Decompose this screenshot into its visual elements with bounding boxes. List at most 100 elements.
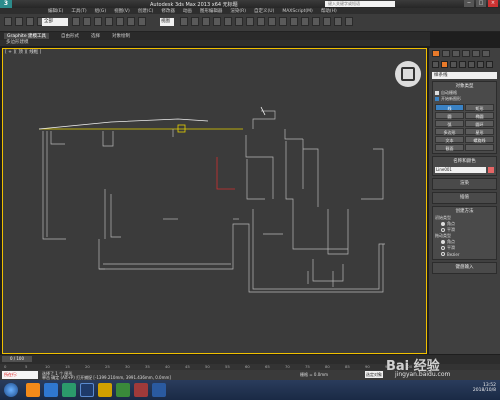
checkbox-label: 开始新图形 [441, 96, 461, 101]
window-crossing-icon[interactable] [105, 17, 113, 26]
maxscript-listener[interactable]: 所在行: [2, 371, 38, 379]
app-icon[interactable] [134, 383, 148, 397]
modify-tab-icon[interactable] [442, 50, 450, 57]
angle-snap-icon[interactable] [202, 17, 210, 26]
cameras-icon[interactable] [459, 61, 466, 68]
layer-icon[interactable] [268, 17, 276, 26]
create-tab-icon[interactable] [432, 50, 440, 57]
ie-icon[interactable] [44, 383, 58, 397]
motion-tab-icon[interactable] [462, 50, 470, 57]
align-icon[interactable] [257, 17, 265, 26]
system-clock[interactable]: 13:52 2018/10/8 [473, 383, 496, 393]
star-button[interactable]: 星形 [465, 128, 494, 135]
graphite-icon[interactable] [279, 17, 287, 26]
checkbox-icon [435, 91, 439, 95]
drag-bezier-radio[interactable]: Bezier [435, 251, 494, 257]
tick-label: 10 [45, 364, 50, 369]
display-tab-icon[interactable] [472, 50, 480, 57]
maximize-button[interactable]: □ [476, 0, 486, 7]
named-sel-icon[interactable] [235, 17, 243, 26]
mirror-icon[interactable] [246, 17, 254, 26]
shape-type-dropdown[interactable]: 样条线 [432, 72, 497, 79]
rollout-header[interactable]: 渲染 [435, 181, 494, 187]
empty-button[interactable] [465, 144, 494, 151]
top-viewport[interactable]: [ + ][ 顶 ][ 线框 ] [2, 48, 427, 354]
helpers-icon[interactable] [468, 61, 475, 68]
key-filter-dropdown[interactable]: 选定对象 [365, 371, 383, 378]
tab-selection[interactable]: 选择 [91, 33, 100, 39]
select-icon[interactable] [72, 17, 80, 26]
rect-select-icon[interactable] [94, 17, 102, 26]
minimize-button[interactable]: − [464, 0, 474, 7]
geometry-icon[interactable] [432, 61, 439, 68]
tab-graphite[interactable]: Graphite 建模工具 [4, 33, 50, 39]
rollout-header[interactable]: 键盘输入 [435, 265, 494, 271]
donut-button[interactable]: 圆环 [465, 120, 494, 127]
ellipse-button[interactable]: 椭圆 [465, 112, 494, 119]
undo-icon[interactable] [4, 17, 12, 26]
rotate-icon[interactable] [127, 17, 135, 26]
curve-editor-icon[interactable] [290, 17, 298, 26]
radio-icon [441, 252, 445, 256]
title-bar: 3 Autodesk 3ds Max 2013 x64 无标题 键入关键字或短语… [0, 0, 500, 8]
create-method-rollout: 创建方法 初始类型 角点 平滑 拖动类型 角点 平滑 Bezier [432, 206, 497, 260]
close-button[interactable]: × [488, 0, 498, 7]
app-icon[interactable] [152, 383, 166, 397]
tab-object-paint[interactable]: 对象绘制 [112, 33, 130, 39]
ribbon-sub-label[interactable]: 多边形建模 [0, 40, 430, 46]
frame-indicator[interactable]: 0 / 100 [2, 356, 32, 362]
shapes-icon[interactable] [441, 61, 448, 68]
render-rollout: 渲染 [432, 178, 497, 190]
pivot-icon[interactable] [180, 17, 188, 26]
firefox-icon[interactable] [26, 383, 40, 397]
app-icon[interactable] [116, 383, 130, 397]
folder-icon[interactable] [98, 383, 112, 397]
select-name-icon[interactable] [83, 17, 91, 26]
text-button[interactable]: 文本 [435, 136, 464, 143]
app-logo-icon[interactable]: 3 [0, 0, 12, 8]
scale-icon[interactable] [138, 17, 146, 26]
move-icon[interactable] [116, 17, 124, 26]
menu-item[interactable]: MAXScript(M) [282, 9, 313, 14]
3dsmax-taskbar-icon[interactable] [62, 383, 76, 397]
material-editor-icon[interactable] [312, 17, 320, 26]
lights-icon[interactable] [450, 61, 457, 68]
utilities-tab-icon[interactable] [482, 50, 490, 57]
start-new-shape-checkbox[interactable]: 开始新图形 [435, 96, 494, 102]
line-button[interactable]: 线 [435, 104, 464, 111]
circle-button[interactable]: 圆 [435, 112, 464, 119]
render-icon[interactable] [345, 17, 353, 26]
photoshop-icon[interactable] [80, 383, 94, 397]
rollout-header[interactable]: 插值 [435, 195, 494, 201]
color-swatch[interactable] [488, 167, 494, 173]
render-frame-icon[interactable] [334, 17, 342, 26]
viewcube-icon[interactable] [395, 61, 421, 87]
radio-icon [441, 246, 445, 250]
redo-icon[interactable] [15, 17, 23, 26]
spacewarps-icon[interactable] [477, 61, 484, 68]
percent-snap-icon[interactable] [213, 17, 221, 26]
arc-button[interactable]: 弧 [435, 120, 464, 127]
ribbon-tabs: Graphite 建模工具 自由形式 选择 对象绘制 [0, 32, 430, 40]
systems-icon[interactable] [486, 61, 493, 68]
helix-button[interactable]: 螺旋线 [465, 136, 494, 143]
tick-label: 90 [365, 364, 370, 369]
tick-label: 45 [185, 364, 190, 369]
render-setup-icon[interactable] [323, 17, 331, 26]
section-button[interactable]: 截面 [435, 144, 464, 151]
spinner-snap-icon[interactable] [224, 17, 232, 26]
link-icon[interactable] [26, 17, 34, 26]
ref-coord-dropdown[interactable]: 视图 [160, 18, 174, 26]
search-input[interactable]: 键入关键字或短语 [325, 1, 395, 7]
tab-freeform[interactable]: 自由形式 [61, 33, 79, 39]
rollout-header[interactable]: 名称和颜色 [435, 159, 494, 165]
tick-label: 30 [125, 364, 130, 369]
snap-icon[interactable] [191, 17, 199, 26]
ngon-button[interactable]: 多边形 [435, 128, 464, 135]
hierarchy-tab-icon[interactable] [452, 50, 460, 57]
rectangle-button[interactable]: 矩形 [465, 104, 494, 111]
schematic-icon[interactable] [301, 17, 309, 26]
start-button-icon[interactable] [4, 383, 18, 397]
object-name-field[interactable]: Line001 [435, 167, 486, 173]
selection-filter-dropdown[interactable]: 全部 [42, 18, 68, 26]
